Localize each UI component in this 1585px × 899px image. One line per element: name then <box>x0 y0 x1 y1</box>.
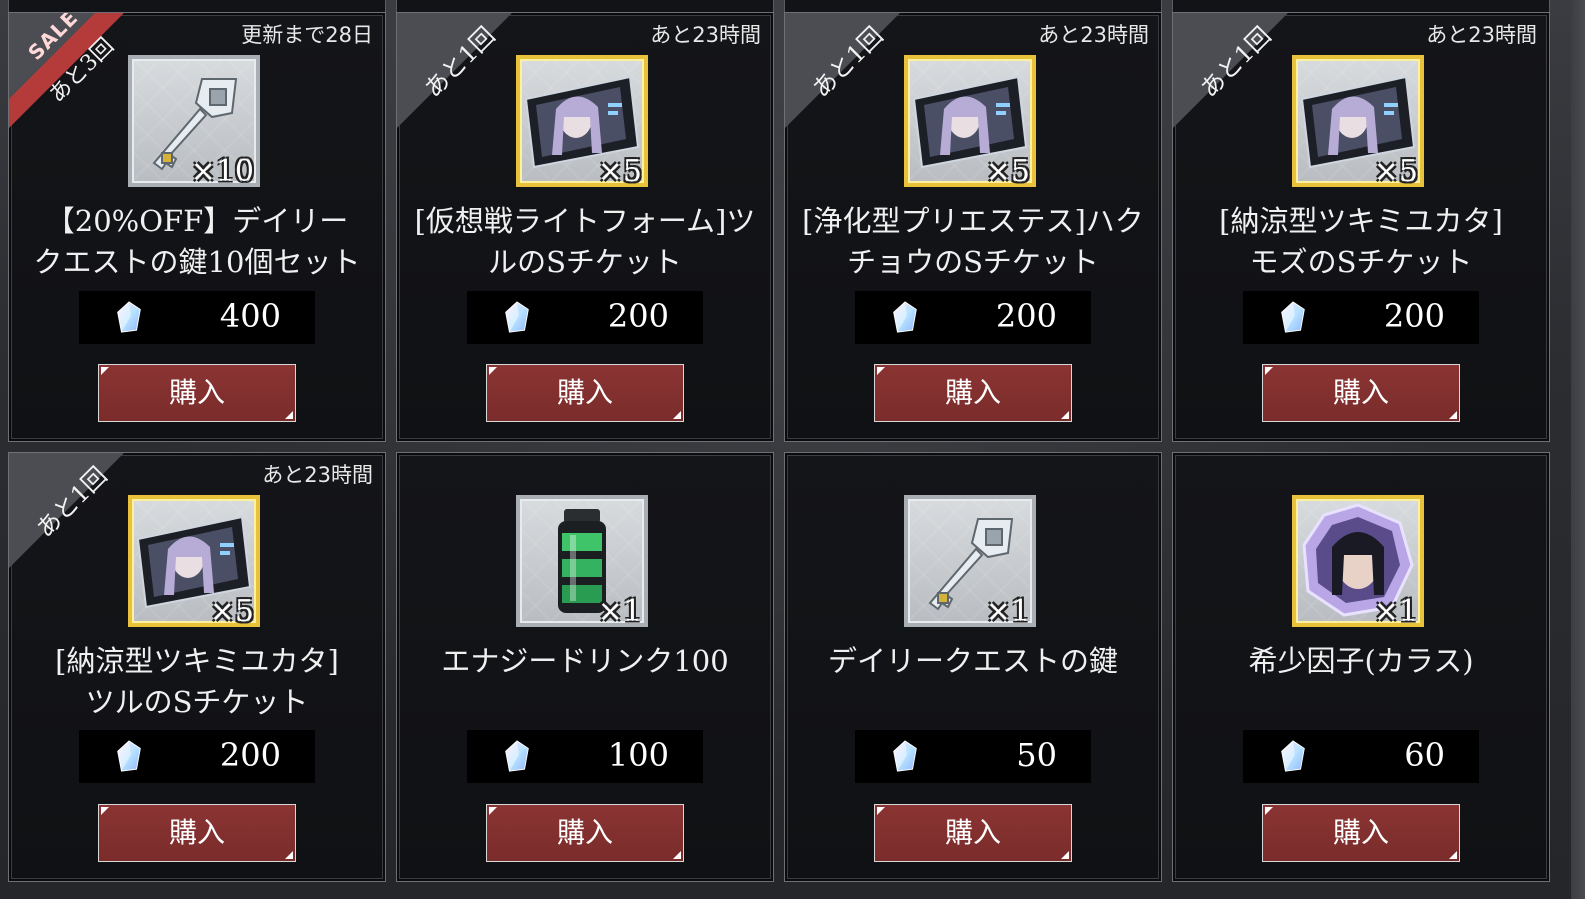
price-box: 200 <box>855 291 1091 344</box>
item-quantity: ×10 <box>190 154 254 189</box>
buy-button[interactable]: 購入 <box>486 804 684 862</box>
shop-item-card: ×1 デイリークエストの鍵 50 購入 <box>784 452 1162 882</box>
time-remaining: あと23時間 <box>262 463 373 487</box>
item-icon-frame[interactable]: ×1 <box>1292 495 1424 629</box>
item-name: 希少因子(カラス) <box>1248 644 1474 678</box>
price-box: 400 <box>79 291 315 344</box>
shop-item-card: あと1回 あと23時間 ×5 [納涼型ツキミユカタ] ツルのSチケット 200 購入 <box>8 452 386 882</box>
price-value: 50 <box>1016 736 1057 774</box>
shop-item-card: あと1回 あと23時間 ×5 [納涼型ツキミユカタ] モズのSチケット 200 購入 <box>1172 12 1550 442</box>
buy-button[interactable]: 購入 <box>98 804 296 862</box>
gem-icon <box>893 740 917 772</box>
buy-button[interactable]: 購入 <box>486 364 684 422</box>
scrollbar[interactable] <box>1571 0 1585 899</box>
item-icon-frame[interactable]: ×10 <box>128 55 260 189</box>
price-value: 200 <box>219 736 281 774</box>
time-remaining: あと23時間 <box>650 23 761 47</box>
item-quantity: ×5 <box>597 154 642 189</box>
buy-button[interactable]: 購入 <box>874 804 1072 862</box>
item-name: デイリークエストの鍵 <box>827 644 1118 678</box>
price-value: 400 <box>219 297 281 335</box>
price-box: 200 <box>79 730 315 783</box>
item-name: 【20%OFF】デイリー クエストの鍵10個セット <box>33 204 361 279</box>
price-box: 100 <box>467 730 703 783</box>
shop-item-card: あと1回 あと23時間 ×5 [仮想戦ライトフォーム]ツ ルのSチケット 200 購入 <box>396 12 774 442</box>
item-icon-frame[interactable]: ×1 <box>904 495 1036 629</box>
previous-row-edge <box>0 0 1585 13</box>
item-name: [浄化型プリエステス]ハク チョウのSチケット <box>802 204 1144 279</box>
item-quantity: ×5 <box>1373 154 1418 189</box>
gem-icon <box>117 301 141 333</box>
item-icon-frame[interactable]: ×5 <box>516 55 648 189</box>
buy-button[interactable]: 購入 <box>874 364 1072 422</box>
item-icon-frame[interactable]: ×5 <box>1292 55 1424 189</box>
gem-icon <box>1281 740 1305 772</box>
price-box: 50 <box>855 730 1091 783</box>
time-remaining: 更新まで28日 <box>241 23 373 47</box>
shop-item-card: SALE あと3回 更新まで28日 ×10 【20%OFF】デイリー クエストの鍵10個… <box>8 12 386 442</box>
buy-button[interactable]: 購入 <box>98 364 296 422</box>
gem-icon <box>893 301 917 333</box>
price-value: 60 <box>1404 736 1445 774</box>
item-name: [納涼型ツキミユカタ] モズのSチケット <box>1219 204 1503 279</box>
item-quantity: ×1 <box>985 594 1030 629</box>
gem-icon <box>117 740 141 772</box>
price-value: 100 <box>607 736 669 774</box>
item-name: [仮想戦ライトフォーム]ツ ルのSチケット <box>414 204 756 279</box>
time-remaining: あと23時間 <box>1038 23 1149 47</box>
item-icon-frame[interactable]: ×5 <box>128 495 260 629</box>
item-quantity: ×1 <box>1373 594 1418 629</box>
gem-icon <box>505 740 529 772</box>
price-box: 200 <box>467 291 703 344</box>
shop-item-card: あと1回 あと23時間 ×5 [浄化型プリエステス]ハク チョウのSチケット 200 購入 <box>784 12 1162 442</box>
shop-screen: SALE あと3回 更新まで28日 ×10 【20%OFF】デイリー クエストの鍵10個… <box>0 0 1585 899</box>
buy-button[interactable]: 購入 <box>1262 804 1460 862</box>
item-quantity: ×1 <box>597 594 642 629</box>
item-icon-frame[interactable]: ×5 <box>904 55 1036 189</box>
time-remaining: あと23時間 <box>1426 23 1537 47</box>
item-icon-frame[interactable]: ×1 <box>516 495 648 629</box>
gem-icon <box>1281 301 1305 333</box>
shop-item-card: ×1 希少因子(カラス) 60 購入 <box>1172 452 1550 882</box>
item-name: エナジードリンク100 <box>441 644 729 678</box>
shop-item-card: ×1 エナジードリンク100 100 購入 <box>396 452 774 882</box>
item-quantity: ×5 <box>985 154 1030 189</box>
price-value: 200 <box>1383 297 1445 335</box>
price-value: 200 <box>995 297 1057 335</box>
item-name: [納涼型ツキミユカタ] ツルのSチケット <box>55 644 339 719</box>
gem-icon <box>505 301 529 333</box>
shop-item-grid: SALE あと3回 更新まで28日 ×10 【20%OFF】デイリー クエストの鍵10個… <box>8 12 1568 899</box>
item-quantity: ×5 <box>209 594 254 629</box>
price-value: 200 <box>607 297 669 335</box>
buy-button[interactable]: 購入 <box>1262 364 1460 422</box>
price-box: 200 <box>1243 291 1479 344</box>
price-box: 60 <box>1243 730 1479 783</box>
